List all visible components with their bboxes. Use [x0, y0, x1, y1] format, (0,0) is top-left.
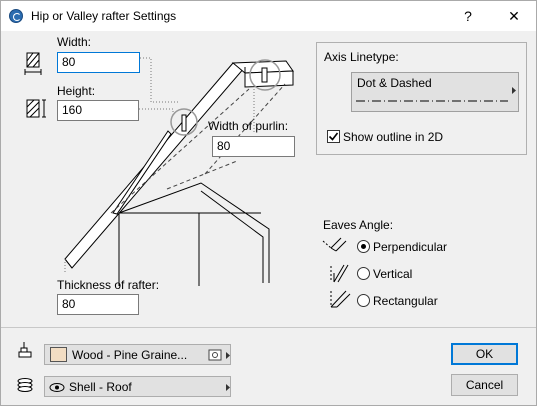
dot-dashed-preview-icon: [356, 87, 516, 102]
eaves-angle-label: Eaves Angle:: [323, 218, 394, 232]
vertical-angle-icon: [330, 264, 349, 283]
height-label: Height:: [57, 84, 96, 98]
width-label: Width:: [57, 35, 92, 49]
purlin-width-label: Width of purlin:: [208, 119, 289, 133]
perpendicular-radio[interactable]: [357, 240, 370, 253]
layers-icon: [17, 378, 33, 392]
perpendicular-angle-icon: [322, 237, 347, 252]
rectangular-angle-icon: [330, 290, 351, 308]
rectangular-radio[interactable]: [357, 294, 370, 307]
purlin-width-field[interactable]: 80: [212, 136, 295, 157]
checkmark-icon: [328, 132, 339, 141]
layer-dropdown[interactable]: Shell - Roof: [44, 376, 231, 397]
layer-value: Shell - Roof: [69, 380, 132, 394]
thickness-label: Thickness of rafter:: [57, 278, 160, 292]
hip-valley-rafter-settings-dialog: Hip or Valley rafter Settings ? ✕ Width:…: [0, 0, 537, 406]
perpendicular-label[interactable]: Perpendicular: [373, 240, 447, 254]
linetype-select[interactable]: Dot & Dashed: [351, 72, 519, 112]
width-icon: [24, 52, 42, 75]
show-outline-label[interactable]: Show outline in 2D: [343, 130, 443, 144]
rectangular-label[interactable]: Rectangular: [373, 294, 438, 308]
paint-brush-icon: [18, 342, 32, 358]
height-icon: [26, 99, 46, 118]
thickness-field[interactable]: 80: [57, 294, 139, 315]
axis-linetype-label: Axis Linetype:: [324, 50, 399, 64]
width-field[interactable]: 80: [57, 52, 140, 73]
ok-button[interactable]: OK: [451, 343, 518, 365]
vertical-label[interactable]: Vertical: [373, 267, 412, 281]
vertical-radio[interactable]: [357, 267, 370, 280]
height-field[interactable]: 160: [57, 100, 139, 121]
footer-separator: [1, 327, 536, 328]
cancel-button[interactable]: Cancel: [451, 374, 518, 396]
surface-material-dropdown[interactable]: Wood - Pine Graine...: [44, 344, 231, 365]
show-outline-checkbox[interactable]: [327, 130, 340, 143]
material-picker-icon: [208, 349, 230, 361]
